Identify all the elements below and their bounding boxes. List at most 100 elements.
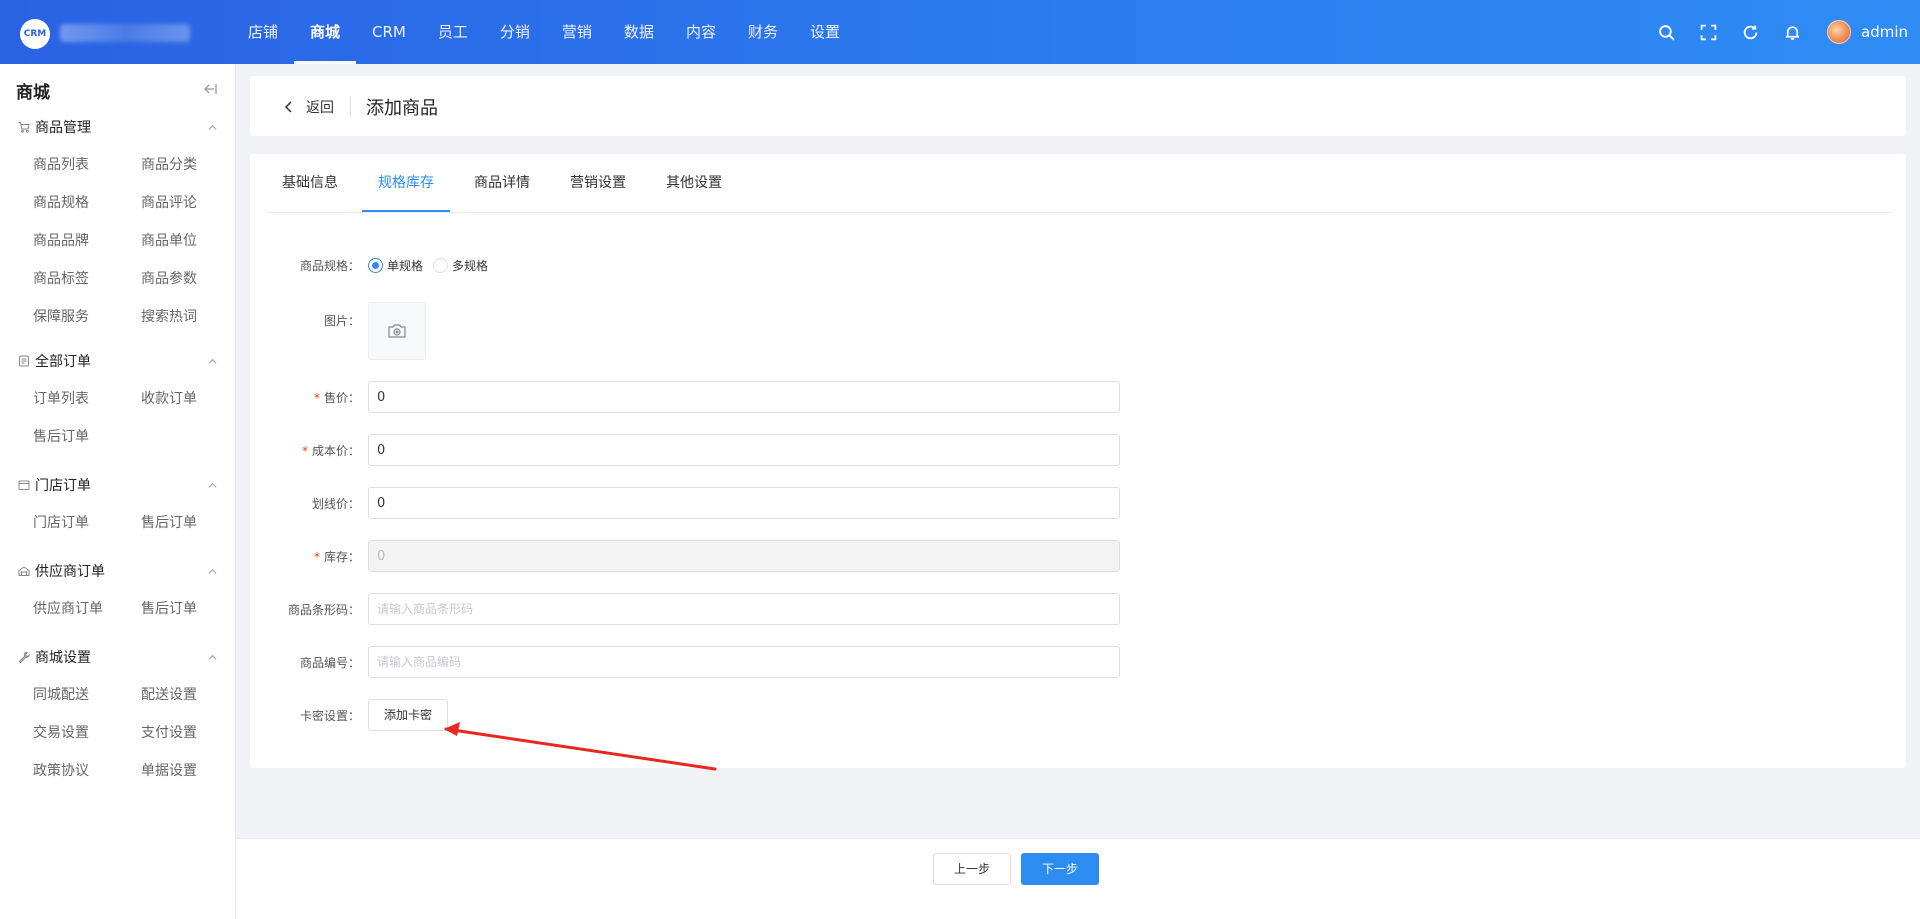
price-label: * 售价： — [313, 390, 360, 405]
barcode-label: 商品条形码： — [287, 602, 360, 617]
sidebar-item-store-orders[interactable]: 门店订单 — [33, 504, 141, 542]
topnav-item-shop[interactable]: 店铺 — [232, 0, 294, 64]
chevron-up-icon — [208, 124, 217, 130]
sidebar-item-hot-search[interactable]: 搜索热词 — [141, 298, 249, 336]
topnav-item-mall[interactable]: 商城 — [294, 0, 357, 64]
topnav-item-finance[interactable]: 财务 — [732, 0, 794, 64]
form-row-code: 商品编号： — [270, 646, 1140, 678]
radio-label: 多规格 — [452, 258, 489, 273]
prev-step-button[interactable]: 上一步 — [933, 853, 1011, 885]
next-step-button[interactable]: 下一步 — [1021, 853, 1099, 885]
top-bar: CRM 店铺 商城 CRM 员工 分销 营销 数据 内容 财务 设置 admin — [0, 0, 1920, 64]
stock-label: * 库存： — [313, 549, 360, 564]
radio-single-spec[interactable]: 单规格 — [368, 257, 423, 274]
sidebar-group-head-store-orders[interactable]: 门店订单 — [0, 466, 236, 504]
sidebar-group-supplier-orders: 供应商订单 供应商订单 售后订单 — [0, 552, 236, 628]
tab-product-detail[interactable]: 商品详情 — [458, 154, 546, 212]
tab-basic-info[interactable]: 基础信息 — [266, 154, 354, 212]
avatar[interactable] — [1827, 20, 1851, 44]
tab-other-settings[interactable]: 其他设置 — [650, 154, 738, 212]
sidebar-item-aftersale-orders[interactable]: 售后订单 — [33, 418, 141, 456]
refresh-icon[interactable] — [1729, 0, 1771, 64]
sidebar: 商城 商品管理 商品列表 商品分类 商品规格 商品评论 商品品牌 商品单位 商品… — [0, 64, 236, 919]
sidebar-group-head-supplier-orders[interactable]: 供应商订单 — [0, 552, 236, 590]
sidebar-item-shipping-settings[interactable]: 配送设置 — [141, 676, 249, 714]
image-upload[interactable] — [368, 302, 426, 360]
sidebar-item-product-brand[interactable]: 商品品牌 — [33, 222, 141, 260]
sidebar-group-head-mall-settings[interactable]: 商城设置 — [0, 638, 236, 676]
sidebar-item-store-aftersale[interactable]: 售后订单 — [141, 504, 249, 542]
form-row-cost: * 成本价： — [270, 434, 1140, 466]
form-row-barcode: 商品条形码： — [270, 593, 1140, 625]
app-logo[interactable]: CRM — [20, 19, 50, 49]
wrench-icon — [18, 651, 30, 663]
header-divider — [350, 96, 351, 116]
topnav-item-crm[interactable]: CRM — [356, 0, 422, 64]
chevron-up-icon — [208, 568, 217, 574]
radio-circle-checked[interactable] — [368, 257, 383, 273]
sidebar-item-product-param[interactable]: 商品参数 — [141, 260, 249, 298]
sidebar-item-policy[interactable]: 政策协议 — [33, 752, 141, 790]
sidebar-group-orders: 全部订单 订单列表 收款订单 售后订单 — [0, 342, 236, 456]
sidebar-item-product-spec[interactable]: 商品规格 — [33, 184, 141, 222]
camera-icon — [388, 324, 406, 338]
sidebar-group-mall-settings: 商城设置 同城配送 配送设置 交易设置 支付设置 政策协议 单据设置 — [0, 638, 236, 790]
sidebar-item-supplier-orders[interactable]: 供应商订单 — [33, 590, 141, 628]
form-tabs: 基础信息 规格库存 商品详情 营销设置 其他设置 — [266, 154, 746, 212]
collapse-sidebar-icon[interactable] — [202, 81, 218, 97]
sidebar-item-document-settings[interactable]: 单据设置 — [141, 752, 249, 790]
tab-spec-stock[interactable]: 规格库存 — [362, 154, 450, 212]
topnav-item-content[interactable]: 内容 — [670, 0, 732, 64]
product-code-input[interactable] — [368, 646, 1120, 678]
fullscreen-icon[interactable] — [1687, 0, 1729, 64]
topnav-item-settings[interactable]: 设置 — [794, 0, 856, 64]
spec-label: 商品规格： — [299, 258, 360, 273]
form-row-price: * 售价： — [270, 381, 1140, 413]
strike-price-input[interactable] — [368, 487, 1120, 519]
topnav-item-data[interactable]: 数据 — [608, 0, 670, 64]
top-right-tools: admin — [1645, 0, 1908, 64]
username[interactable]: admin — [1861, 23, 1908, 41]
topnav-item-staff[interactable]: 员工 — [422, 0, 484, 64]
bell-icon[interactable] — [1771, 0, 1813, 64]
sidebar-item-product-list[interactable]: 商品列表 — [33, 146, 141, 184]
page-header — [250, 76, 1906, 136]
sidebar-item-trade-settings[interactable]: 交易设置 — [33, 714, 141, 752]
price-input[interactable] — [368, 381, 1120, 413]
sidebar-item-payment-orders[interactable]: 收款订单 — [141, 380, 249, 418]
sidebar-group-label: 商城设置 — [35, 650, 91, 666]
brand-name-blurred — [60, 24, 190, 42]
top-nav: 店铺 商城 CRM 员工 分销 营销 数据 内容 财务 设置 — [232, 0, 856, 64]
sidebar-group-head-products[interactable]: 商品管理 — [0, 108, 236, 146]
chevron-left-icon[interactable] — [283, 100, 295, 114]
radio-label: 单规格 — [387, 258, 424, 273]
sidebar-item-order-list[interactable]: 订单列表 — [33, 380, 141, 418]
back-button[interactable]: 返回 — [306, 97, 334, 117]
sidebar-item-payment-settings[interactable]: 支付设置 — [141, 714, 249, 752]
store-icon — [18, 480, 30, 490]
sidebar-group-label: 商品管理 — [35, 120, 91, 136]
cost-input[interactable] — [368, 434, 1120, 466]
card-settings-label: 卡密设置： — [299, 708, 360, 723]
order-list-icon — [19, 355, 29, 367]
topnav-item-distribution[interactable]: 分销 — [484, 0, 546, 64]
chevron-up-icon — [208, 358, 217, 364]
sidebar-group-head-orders[interactable]: 全部订单 — [0, 342, 236, 380]
sidebar-item-guarantee[interactable]: 保障服务 — [33, 298, 141, 336]
form-row-spec: 商品规格： 单规格 多规格 — [270, 254, 1140, 276]
product-code-label: 商品编号： — [299, 655, 360, 670]
radio-multi-spec[interactable]: 多规格 — [433, 257, 488, 274]
sidebar-item-product-unit[interactable]: 商品单位 — [141, 222, 249, 260]
radio-circle[interactable] — [433, 257, 449, 273]
sidebar-item-local-delivery[interactable]: 同城配送 — [33, 676, 141, 714]
image-label: 图片： — [323, 314, 360, 328]
tab-marketing-settings[interactable]: 营销设置 — [554, 154, 642, 212]
barcode-input[interactable] — [368, 593, 1120, 625]
page-title: 添加商品 — [366, 98, 438, 119]
topnav-item-marketing[interactable]: 营销 — [546, 0, 608, 64]
sidebar-item-supplier-aftersale[interactable]: 售后订单 — [141, 590, 249, 628]
sidebar-item-product-review[interactable]: 商品评论 — [141, 184, 249, 222]
sidebar-item-product-tag[interactable]: 商品标签 — [33, 260, 141, 298]
search-icon[interactable] — [1645, 0, 1687, 64]
sidebar-item-product-category[interactable]: 商品分类 — [141, 146, 249, 184]
